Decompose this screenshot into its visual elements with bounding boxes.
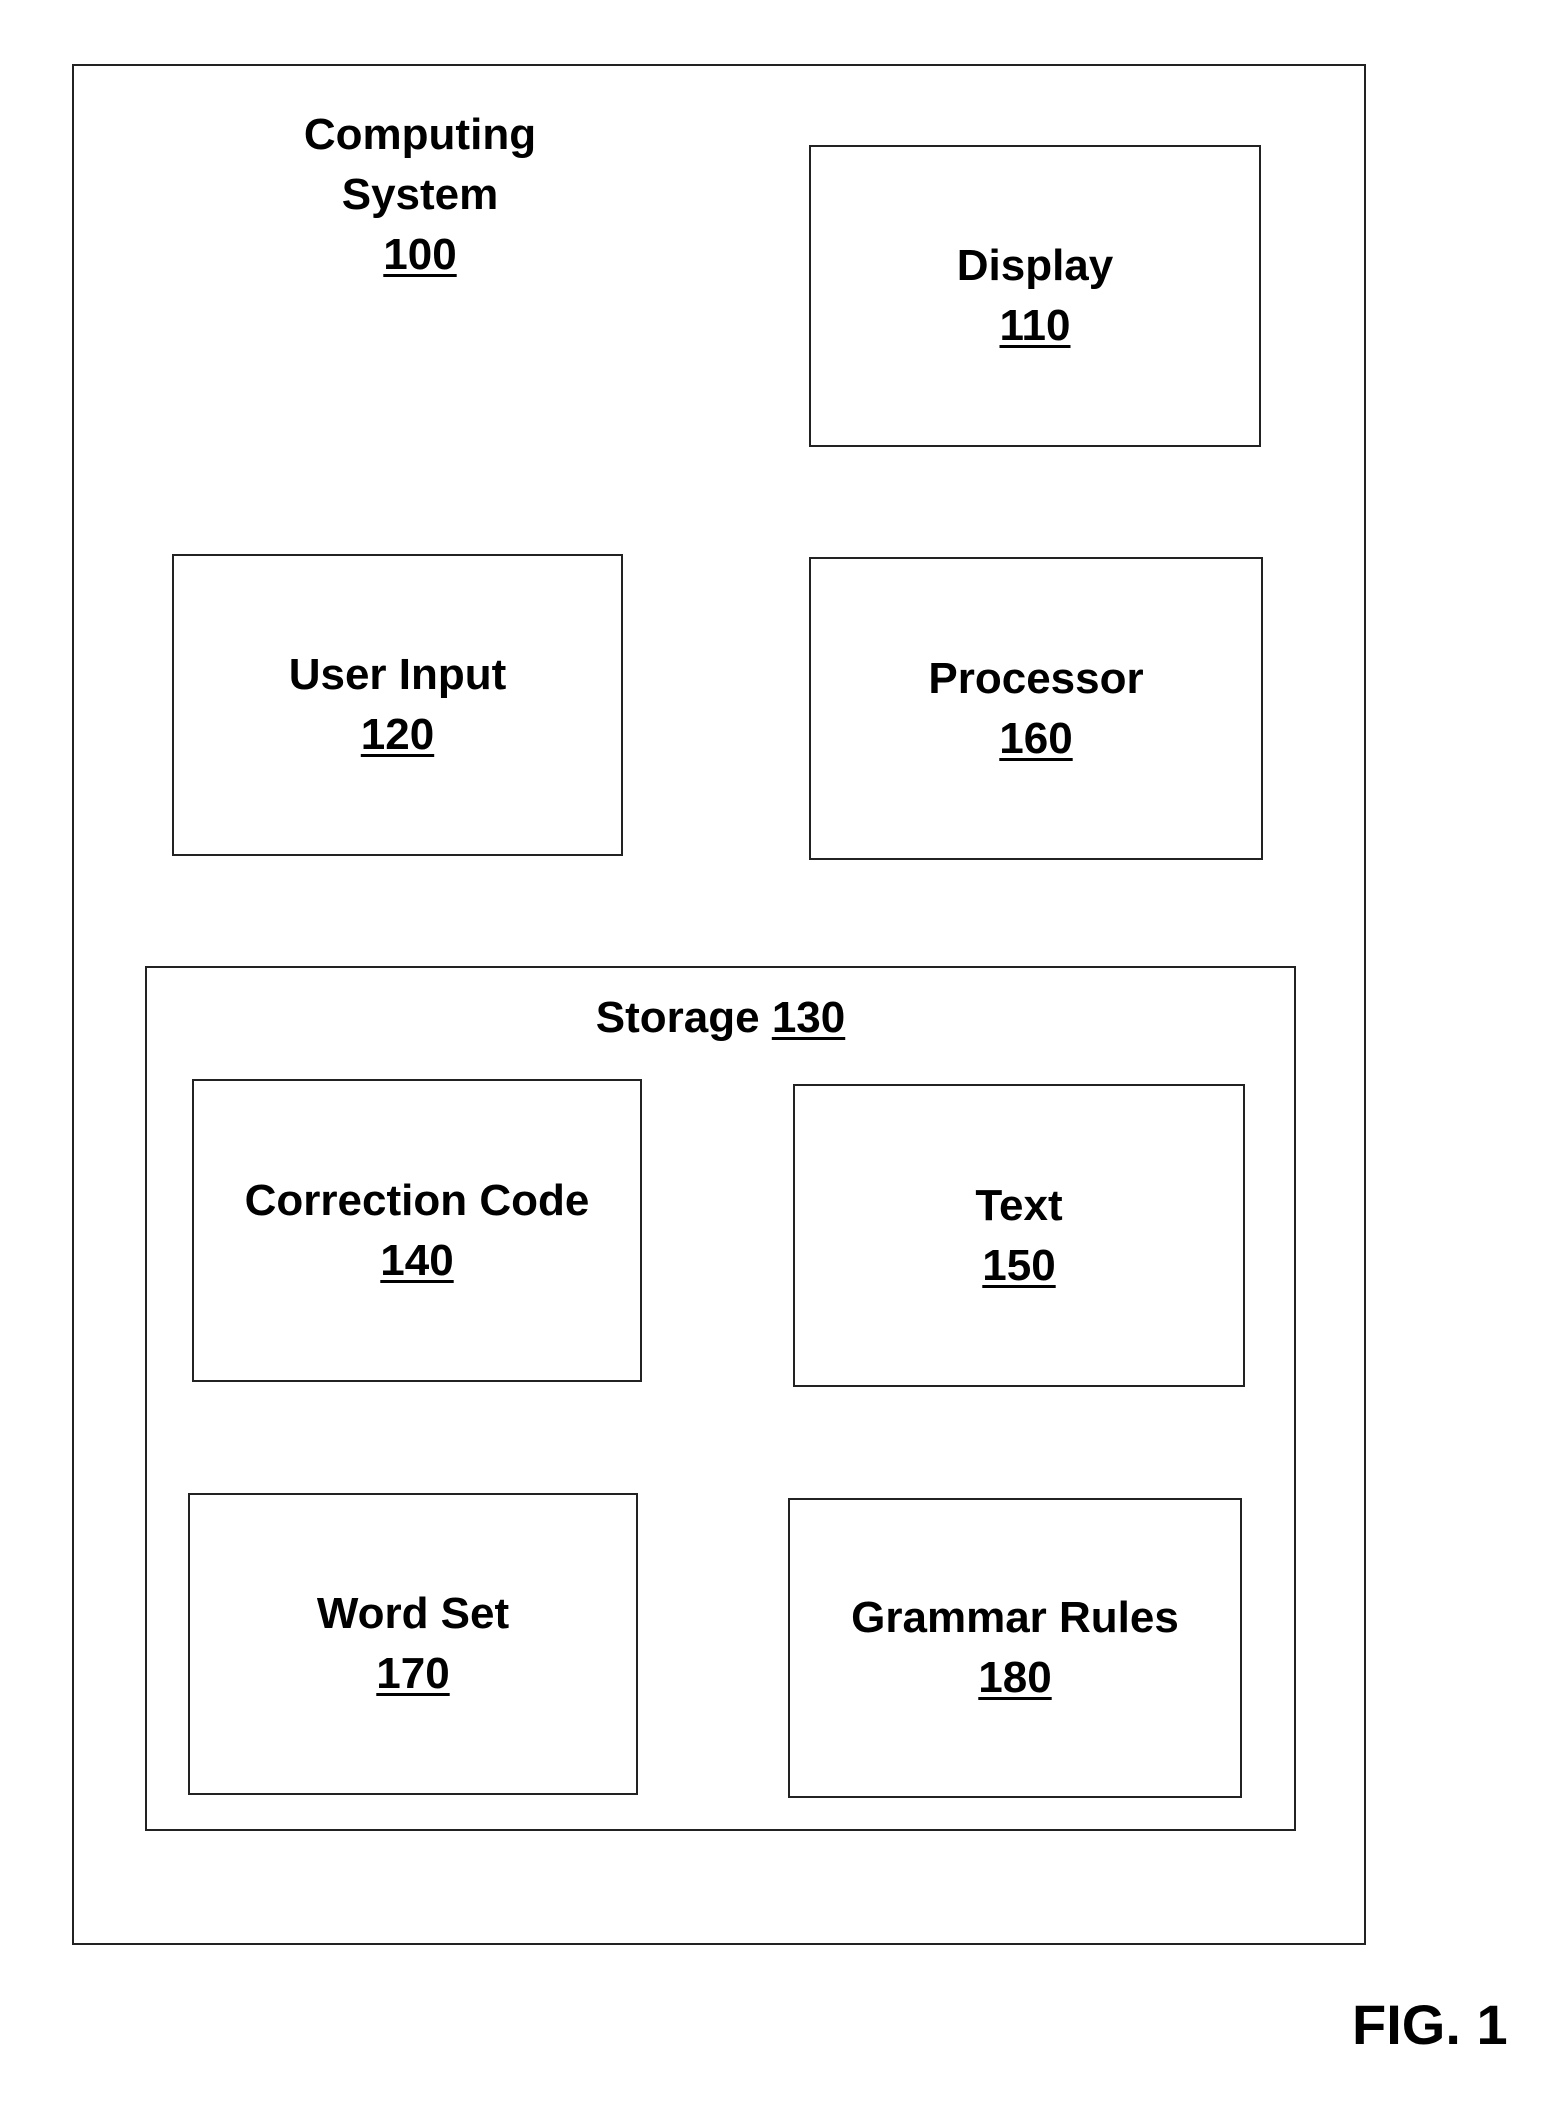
storage-title: Storage 130: [147, 988, 1294, 1048]
user-input-ref: 120: [360, 710, 435, 759]
text-ref: 150: [982, 1240, 1056, 1290]
system-ref: 100: [383, 230, 457, 279]
display-label: Display: [956, 241, 1114, 290]
correction-code-box: Correction Code 140: [192, 1079, 642, 1382]
word-set-box: Word Set 170: [188, 1493, 638, 1795]
processor-box: Processor 160: [809, 557, 1263, 860]
storage-ref: 130: [771, 993, 846, 1042]
word-set-ref: 170: [376, 1649, 450, 1698]
processor-label: Processor: [928, 653, 1144, 703]
text-label: Text: [975, 1180, 1063, 1230]
figure-label: FIG. 1: [1352, 1993, 1508, 2056]
user-input-box: User Input 120: [172, 554, 623, 856]
processor-ref: 160: [999, 713, 1073, 763]
user-input-label: User Input: [288, 650, 507, 699]
word-set-label: Word Set: [316, 1589, 510, 1638]
text-box: Text 150: [793, 1084, 1245, 1387]
system-title-line2: System: [341, 170, 499, 219]
correction-code-ref: 140: [380, 1235, 454, 1285]
storage-label: Storage: [595, 993, 760, 1042]
display-ref: 110: [999, 301, 1071, 350]
display-box: Display 110: [809, 145, 1261, 447]
grammar-rules-label: Grammar Rules: [851, 1593, 1179, 1642]
grammar-rules-ref: 180: [978, 1653, 1052, 1702]
system-title-line1: Computing: [303, 110, 537, 159]
computing-system-title: Computing System 100: [190, 105, 650, 285]
grammar-rules-box: Grammar Rules 180: [788, 1498, 1242, 1798]
correction-code-label: Correction Code: [244, 1175, 590, 1225]
